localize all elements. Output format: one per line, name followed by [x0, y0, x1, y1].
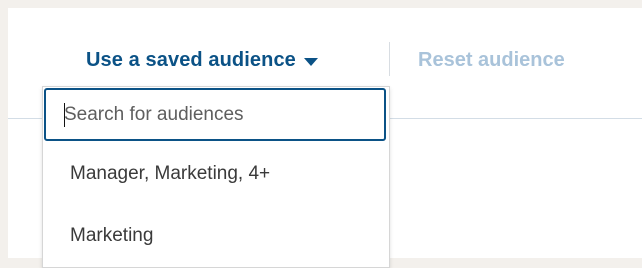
text-cursor: [64, 103, 65, 127]
vertical-separator: [389, 42, 390, 76]
audience-search-input[interactable]: [46, 103, 364, 126]
audience-search-box[interactable]: [44, 88, 386, 141]
use-saved-audience-button[interactable]: Use a saved audience: [86, 44, 318, 76]
caret-down-icon: [303, 57, 318, 66]
use-saved-audience-label: Use a saved audience: [86, 48, 296, 71]
audience-option-manager-marketing[interactable]: Manager, Marketing, 4+: [43, 145, 389, 203]
saved-audience-dropdown: Manager, Marketing, 4+ Marketing: [42, 86, 390, 268]
audience-option-marketing[interactable]: Marketing: [43, 207, 389, 265]
reset-audience-button[interactable]: Reset audience: [418, 44, 565, 76]
